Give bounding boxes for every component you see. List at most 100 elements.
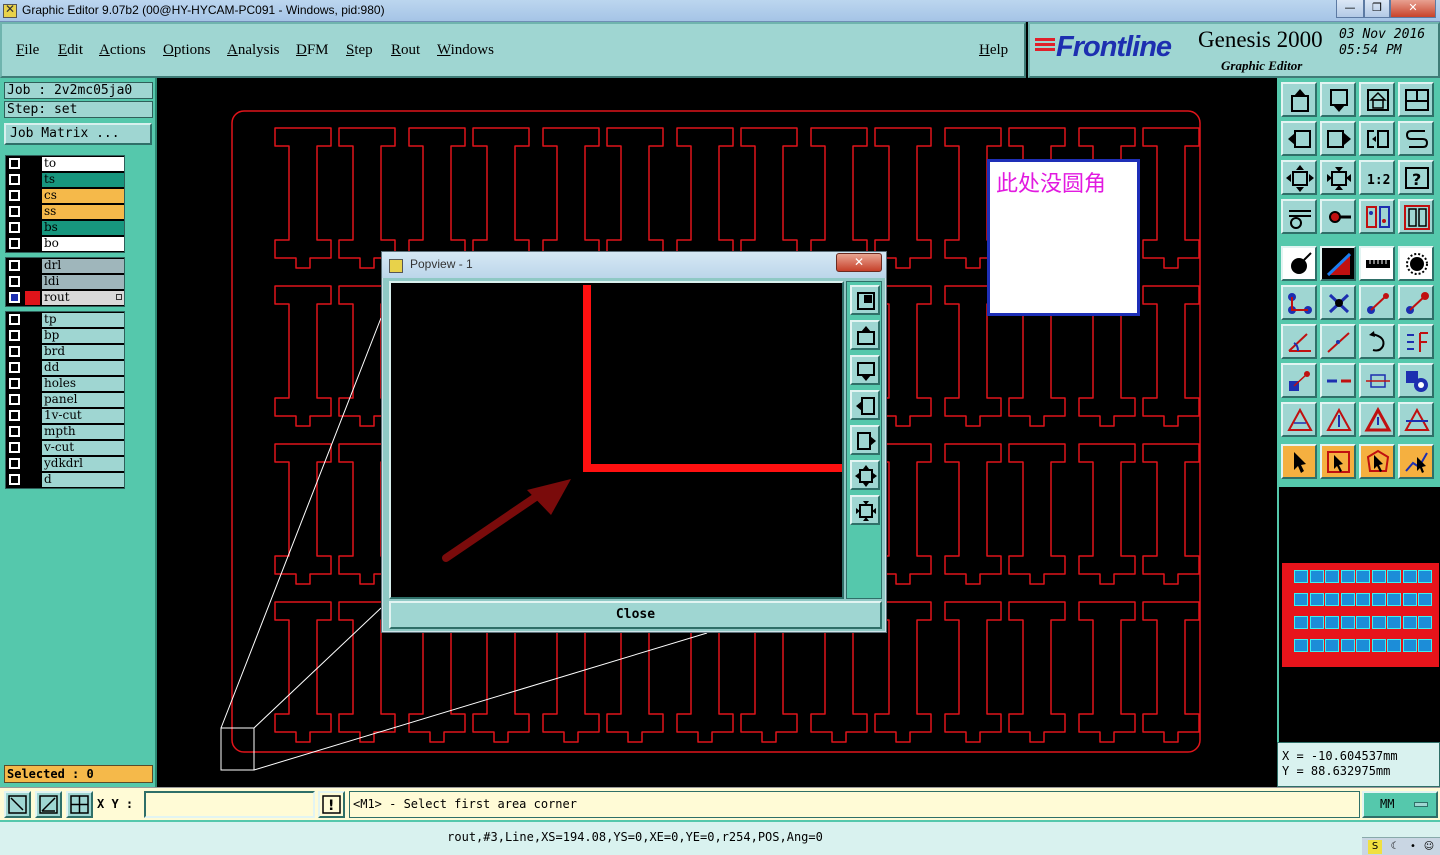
tool-cut-line-button[interactable] <box>1320 363 1356 398</box>
tool-pointer-button[interactable] <box>1281 444 1317 479</box>
snap-mode-button[interactable] <box>4 791 31 818</box>
layer-checkbox[interactable] <box>9 426 20 437</box>
tool-angle-button[interactable] <box>1281 324 1317 359</box>
layer-row-ss[interactable]: ss <box>6 204 124 220</box>
menu-edit[interactable]: Edit <box>58 42 83 59</box>
grid-snap-button[interactable] <box>66 791 93 818</box>
tool-move-point-button[interactable] <box>1359 285 1395 320</box>
tool-layer-select-button[interactable] <box>1398 199 1434 234</box>
layer-checkbox[interactable] <box>9 174 20 185</box>
tool-measure-button[interactable] <box>1359 363 1395 398</box>
tool-select-polygon-button[interactable] <box>1359 444 1395 479</box>
overview-map[interactable] <box>1277 487 1440 742</box>
tool-line-button[interactable] <box>1320 324 1356 359</box>
layer-checkbox[interactable] <box>9 394 20 405</box>
minimize-button[interactable]: — <box>1336 0 1364 18</box>
tool-vertex-button[interactable] <box>1359 402 1395 437</box>
menu-help[interactable]: Help <box>979 42 1008 59</box>
tool-select-area-button[interactable] <box>1281 363 1317 398</box>
pv-zoom-out-button[interactable] <box>850 460 880 490</box>
layer-checkbox[interactable] <box>9 190 20 201</box>
close-window-button[interactable]: ✕ <box>1390 0 1436 18</box>
layer-checkbox[interactable] <box>9 206 20 217</box>
tool-pan-right-button[interactable] <box>1320 121 1356 156</box>
angle-snap-button[interactable] <box>35 791 62 818</box>
tool-pan-left-button[interactable] <box>1281 121 1317 156</box>
tool-circle-button[interactable] <box>1398 246 1434 281</box>
job-matrix-button[interactable]: Job Matrix ... <box>4 123 152 145</box>
menu-step[interactable]: Step <box>346 42 373 59</box>
tool-arc-button[interactable] <box>1359 324 1395 359</box>
tray-dot-icon[interactable]: • <box>1406 840 1420 854</box>
popview-close-x-button[interactable]: ✕ <box>836 253 882 272</box>
layer-checkbox[interactable] <box>9 260 20 271</box>
tool-home-button[interactable] <box>1359 82 1395 117</box>
tool-s-curve-button[interactable] <box>1398 121 1434 156</box>
tool-zoom-down-button[interactable] <box>1320 82 1356 117</box>
warning-button[interactable]: ! <box>318 791 345 818</box>
layer-row-mpth[interactable]: mpth <box>6 424 124 440</box>
menu-rout[interactable]: Rout <box>391 42 420 59</box>
layer-checkbox[interactable] <box>9 362 20 373</box>
layer-row-to[interactable]: to <box>6 156 124 172</box>
layer-row-ldi[interactable]: ldi <box>6 274 124 290</box>
tool-zoom-fit-button[interactable] <box>1281 160 1317 195</box>
layer-row-cs[interactable]: cs <box>6 188 124 204</box>
tool-zoom-up-button[interactable] <box>1281 82 1317 117</box>
layer-checkbox[interactable] <box>9 346 20 357</box>
tool-pad-add-button[interactable] <box>1281 246 1317 281</box>
layer-row-tp[interactable]: tp <box>6 312 124 328</box>
pv-pan-left-button[interactable] <box>850 390 880 420</box>
layer-row-holes[interactable]: holes <box>6 376 124 392</box>
layer-checkbox[interactable] <box>9 458 20 469</box>
layer-checkbox[interactable] <box>9 378 20 389</box>
menu-file[interactable]: File <box>16 42 39 59</box>
layer-checkbox[interactable] <box>9 158 20 169</box>
pv-pan-up-button[interactable] <box>850 320 880 350</box>
layer-checkbox[interactable] <box>9 238 20 249</box>
tool-help-button[interactable]: ? <box>1398 160 1434 195</box>
tray-user-icon[interactable]: ☺ <box>1422 840 1436 854</box>
pv-pan-right-button[interactable] <box>850 425 880 455</box>
layer-row-brd[interactable]: brd <box>6 344 124 360</box>
tool-triangle-button[interactable] <box>1281 402 1317 437</box>
tray-s-icon[interactable]: S <box>1368 840 1382 854</box>
pv-zoom-home-button[interactable] <box>850 285 880 315</box>
tool-split-view-button[interactable] <box>1398 82 1434 117</box>
layer-row-1v-cut[interactable]: 1v-cut <box>6 408 124 424</box>
tool-layer-compare-button[interactable] <box>1359 199 1395 234</box>
layer-checkbox[interactable] <box>9 330 20 341</box>
tool-zoom-center-button[interactable] <box>1320 160 1356 195</box>
tool-mirror-button[interactable] <box>1359 121 1395 156</box>
units-select[interactable]: MM <box>1362 791 1438 818</box>
layer-row-ts[interactable]: ts <box>6 172 124 188</box>
layer-row-dd[interactable]: dd <box>6 360 124 376</box>
layer-row-bs[interactable]: bs <box>6 220 124 236</box>
popview-close-button[interactable]: Close <box>389 601 882 629</box>
tool-connect-nodes-button[interactable] <box>1281 285 1317 320</box>
layer-row-panel[interactable]: panel <box>6 392 124 408</box>
layer-row-bp[interactable]: bp <box>6 328 124 344</box>
layer-checkbox[interactable] <box>9 474 20 485</box>
layer-row-ydkdrl[interactable]: ydkdrl <box>6 456 124 472</box>
layer-checkbox[interactable] <box>9 442 20 453</box>
tray-moon-icon[interactable]: ☾ <box>1388 840 1402 854</box>
pv-zoom-in-button[interactable] <box>850 495 880 525</box>
tool-cross-button[interactable] <box>1320 285 1356 320</box>
layer-checkbox[interactable] <box>9 314 20 325</box>
tool-bisect-button[interactable] <box>1398 402 1434 437</box>
popview-canvas[interactable] <box>389 281 844 599</box>
menu-windows[interactable]: Windows <box>437 42 494 59</box>
tool-edit-point-button[interactable] <box>1398 285 1434 320</box>
layer-checkbox[interactable] <box>9 222 20 233</box>
tool-color-button[interactable] <box>1320 246 1356 281</box>
layer-row-v-cut[interactable]: v-cut <box>6 440 124 456</box>
layer-checkbox[interactable] <box>9 292 20 303</box>
tool-scale-1-2-button[interactable]: 1:2 <box>1359 160 1395 195</box>
layer-row-bo[interactable]: bo <box>6 236 124 252</box>
tool-pin-button[interactable] <box>1320 199 1356 234</box>
layer-row-d[interactable]: d <box>6 472 124 488</box>
menu-dfm[interactable]: DFM <box>296 42 329 59</box>
tool-settings-button[interactable] <box>1281 199 1317 234</box>
pv-pan-down-button[interactable] <box>850 355 880 385</box>
